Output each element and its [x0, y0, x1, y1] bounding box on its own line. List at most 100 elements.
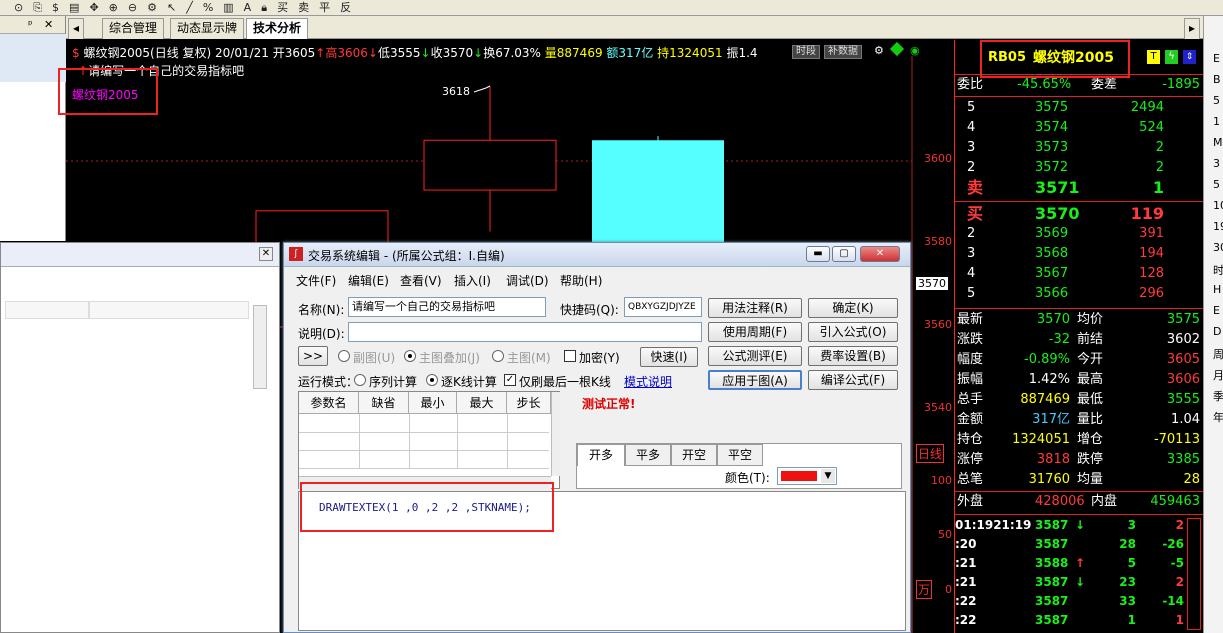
param-vscroll[interactable] — [551, 392, 560, 476]
radio-per-k[interactable] — [426, 374, 438, 386]
period-button[interactable]: 使用周期(F) — [708, 322, 802, 342]
radio-overlay[interactable] — [404, 350, 416, 362]
ask-row[interactable]: 5 3575 2494 — [955, 98, 1203, 118]
close-icon[interactable]: ✕ — [259, 247, 273, 261]
zoom-out-icon[interactable]: ⊖ — [128, 1, 137, 15]
dollar-icon[interactable]: $ — [52, 1, 59, 15]
close-icon[interactable]: ✕ — [44, 18, 53, 31]
menu-edit[interactable]: 编辑(E) — [348, 272, 389, 289]
last-k-checkbox[interactable]: ✓ — [504, 374, 516, 386]
color-select[interactable]: ▼ — [777, 467, 837, 485]
mode-help-link[interactable]: 模式说明 — [624, 373, 672, 390]
sidebar-shortcut[interactable]: E — [1213, 52, 1220, 65]
maximize-button[interactable]: ▢ — [832, 246, 856, 262]
sidebar-shortcut[interactable]: H — [1213, 283, 1221, 296]
ask-row[interactable]: 卖 3571 1 — [955, 178, 1203, 198]
tab-dynamic-board[interactable]: 动态显示牌 — [170, 18, 245, 39]
toolbar-icon-1[interactable]: ⊙ — [14, 1, 23, 15]
fee-button[interactable]: 费率设置(B) — [808, 346, 898, 366]
move-icon[interactable]: ✥ — [89, 1, 98, 15]
sidebar-shortcut[interactable]: 周 — [1213, 346, 1223, 362]
close-button[interactable]: ✕ — [860, 246, 900, 262]
bid-row[interactable]: 买 3570 119 — [955, 204, 1203, 224]
sidebar-shortcut[interactable]: M — [1213, 136, 1223, 149]
sidebar-shortcut[interactable]: 3 — [1213, 157, 1220, 170]
toolbar-icon-2[interactable]: ⎘ — [33, 1, 42, 15]
toolbar-label-buy[interactable]: 买 — [277, 1, 288, 15]
tick-scrollbar[interactable] — [1187, 518, 1201, 630]
gear-icon[interactable]: ⚙ — [147, 1, 157, 15]
ask-row[interactable]: 4 3574 524 — [955, 118, 1203, 138]
bid-row[interactable]: 5 3566 296 — [955, 284, 1203, 304]
toolbar-label-sell[interactable]: 卖 — [298, 1, 309, 15]
import-button[interactable]: 引入公式(O) — [808, 322, 898, 342]
sidebar-shortcut[interactable]: B — [1213, 73, 1221, 86]
desc-input[interactable] — [348, 322, 702, 342]
ask-row[interactable]: 3 3573 2 — [955, 138, 1203, 158]
eval-button[interactable]: 公式测评(E) — [708, 346, 802, 366]
bg-scrollbar[interactable] — [253, 305, 267, 389]
param-table[interactable]: 参数名 缺省 最小 最大 步长 — [298, 391, 560, 489]
radio-main-chart[interactable] — [492, 350, 504, 362]
menu-debug[interactable]: 调试(D) — [506, 272, 549, 289]
sidebar-shortcut[interactable]: D — [1213, 325, 1221, 338]
toolbar-label-reverse[interactable]: 反 — [340, 1, 351, 15]
zoom-in-icon[interactable]: ⊕ — [109, 1, 118, 15]
bars-icon[interactable]: ▥ — [223, 1, 233, 15]
cursor-icon[interactable]: ↖ — [167, 1, 176, 15]
tab-scroll-left[interactable]: ◂ — [68, 18, 84, 39]
sidebar-shortcut[interactable]: 年 — [1213, 409, 1223, 425]
t-icon[interactable]: T — [1147, 50, 1160, 64]
sidebar-shortcut[interactable]: 时 — [1213, 262, 1223, 278]
encrypt-checkbox[interactable] — [564, 350, 576, 362]
updown-icon[interactable]: ⇕ — [1183, 50, 1196, 64]
sidebar-shortcut[interactable]: 5 — [1213, 94, 1220, 107]
ask-row[interactable]: 2 3572 2 — [955, 158, 1203, 178]
candle-body[interactable] — [423, 139, 557, 191]
tab-overview[interactable]: 综合管理 — [102, 18, 165, 39]
sidebar-shortcut[interactable]: 30 — [1213, 241, 1223, 254]
compile-button[interactable]: 编译公式(F) — [808, 370, 898, 390]
period-label[interactable]: 日线 — [916, 444, 945, 463]
bid-row[interactable]: 4 3567 128 — [955, 264, 1203, 284]
tab-open-long[interactable]: 开多 — [577, 444, 625, 466]
ask-volume: 2494 — [1130, 100, 1164, 115]
menu-file[interactable]: 文件(F) — [296, 272, 336, 289]
tab-technical[interactable]: 技术分析 — [246, 18, 309, 39]
tab-open-short[interactable]: 开空 — [671, 444, 717, 466]
toolbar-label-close[interactable]: 平 — [319, 1, 330, 15]
pin-icon[interactable]: ᵖ — [28, 18, 33, 31]
sidebar-shortcut[interactable]: 5 — [1213, 178, 1220, 191]
line-icon[interactable]: ╱ — [186, 1, 193, 15]
tab-close-long[interactable]: 平多 — [625, 444, 671, 466]
menu-view[interactable]: 查看(V) — [400, 272, 442, 289]
shortcut-input[interactable]: QBXYGZJDJYZE — [624, 297, 702, 317]
sidebar-shortcut[interactable]: 10 — [1213, 199, 1223, 212]
apply-button[interactable]: 应用于图(A) — [708, 370, 802, 390]
percent-icon[interactable]: % — [203, 1, 213, 15]
sidebar-shortcut[interactable]: 19 — [1213, 220, 1223, 233]
name-input[interactable]: 请编写一个自己的交易指标吧 — [348, 297, 546, 317]
bid-row[interactable]: 2 3569 391 — [955, 224, 1203, 244]
lightning-icon[interactable]: ϟ — [1165, 50, 1178, 64]
radio-sequence[interactable] — [354, 374, 366, 386]
sidebar-shortcut[interactable]: 季 — [1213, 388, 1223, 404]
menu-insert[interactable]: 插入(I) — [454, 272, 491, 289]
lock-icon[interactable]: 🔒︎ — [261, 1, 267, 15]
minimize-button[interactable]: ▬ — [806, 246, 830, 262]
usage-button[interactable]: 用法注释(R) — [708, 298, 802, 318]
ok-button[interactable]: 确定(K) — [808, 298, 898, 318]
toolbar-icon-3[interactable]: ▤ — [69, 1, 79, 15]
expand-button[interactable]: >> — [298, 346, 328, 366]
sidebar-shortcut[interactable]: 1 — [1213, 115, 1220, 128]
menu-help[interactable]: 帮助(H) — [560, 272, 602, 289]
tab-close-short[interactable]: 平空 — [717, 444, 763, 466]
tab-scroll-right[interactable]: ▸ — [1184, 18, 1200, 39]
radio-sub-chart[interactable] — [338, 350, 350, 362]
text-icon[interactable]: A — [244, 1, 252, 15]
sidebar-shortcut[interactable]: E — [1213, 304, 1220, 317]
fast-button[interactable]: 快速(I) — [640, 347, 698, 367]
sidebar-shortcut[interactable]: 月 — [1213, 367, 1223, 383]
dialog-titlebar[interactable]: ʃ 交易系统编辑 - (所属公式组：I.自编) ▬ ▢ ✕ — [284, 243, 910, 267]
bid-row[interactable]: 3 3568 194 — [955, 244, 1203, 264]
